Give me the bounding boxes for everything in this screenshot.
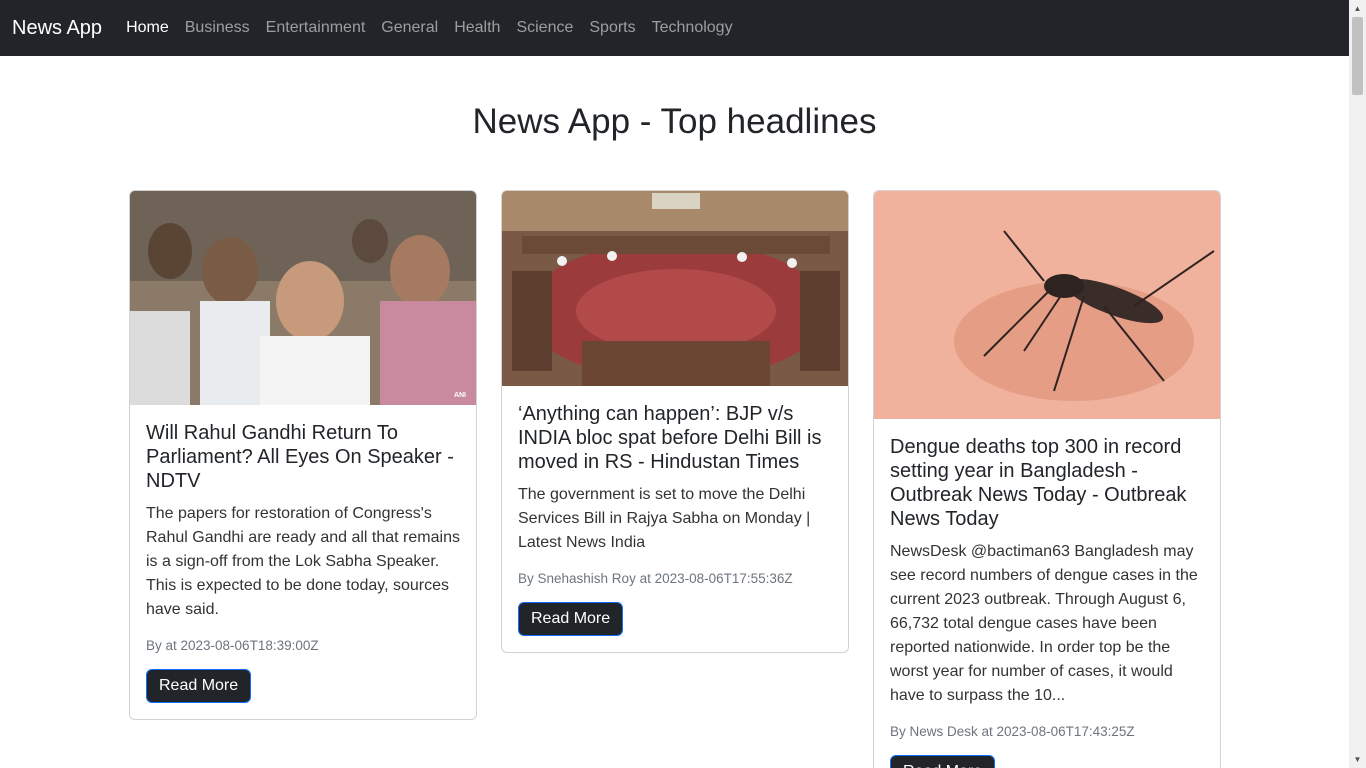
mosquito-photo-image — [874, 191, 1220, 419]
nav-link-health[interactable]: Health — [454, 19, 500, 37]
article-title: Will Rahul Gandhi Return To Parliament? … — [146, 422, 454, 492]
brand-link[interactable]: News App — [12, 17, 102, 40]
article-title: Dengue deaths top 300 in record setting … — [890, 436, 1187, 530]
read-more-button[interactable]: Read More — [890, 755, 996, 768]
people-photo-image: ANI — [130, 191, 476, 405]
scroll-thumb[interactable] — [1352, 17, 1363, 95]
page-scrollbar[interactable]: ▲ ▼ — [1349, 0, 1366, 768]
parliament-photo-image — [502, 191, 848, 386]
article-meta: By at 2023-08-06T18:39:00Z — [146, 638, 319, 653]
news-card: ‘Anything can happen’: BJP v/s INDIA blo… — [501, 190, 849, 653]
read-more-button[interactable]: Read More — [518, 602, 624, 636]
page-title: News App - Top headlines — [472, 102, 877, 141]
nav-link-science[interactable]: Science — [516, 19, 573, 37]
nav-link-business[interactable]: Business — [185, 19, 250, 37]
nav-link-technology[interactable]: Technology — [652, 19, 733, 37]
read-more-button[interactable]: Read More — [146, 669, 252, 703]
nav-link-general[interactable]: General — [381, 19, 438, 37]
nav-link-home[interactable]: Home — [126, 19, 169, 37]
article-meta: By News Desk at 2023-08-06T17:43:25Z — [890, 724, 1135, 739]
article-meta: By Snehashish Roy at 2023-08-06T17:55:36… — [518, 571, 793, 586]
article-description: The papers for restoration of Congress's… — [146, 505, 460, 618]
nav-link-sports[interactable]: Sports — [589, 19, 635, 37]
article-description: NewsDesk @bactiman63 Bangladesh may see … — [890, 543, 1198, 704]
navbar: News App Home Business Entertainment Gen… — [0, 0, 1349, 56]
article-description: The government is set to move the Delhi … — [518, 486, 811, 551]
scroll-down-icon[interactable]: ▼ — [1349, 751, 1366, 768]
scroll-up-icon[interactable]: ▲ — [1349, 0, 1366, 17]
news-card: ANI Will Rahul Gandhi Return To Parliame… — [129, 190, 477, 720]
news-card: Dengue deaths top 300 in record setting … — [873, 190, 1221, 768]
article-title: ‘Anything can happen’: BJP v/s INDIA blo… — [518, 403, 822, 473]
nav-link-entertainment[interactable]: Entertainment — [266, 19, 366, 37]
image-credit: ANI — [453, 392, 466, 399]
